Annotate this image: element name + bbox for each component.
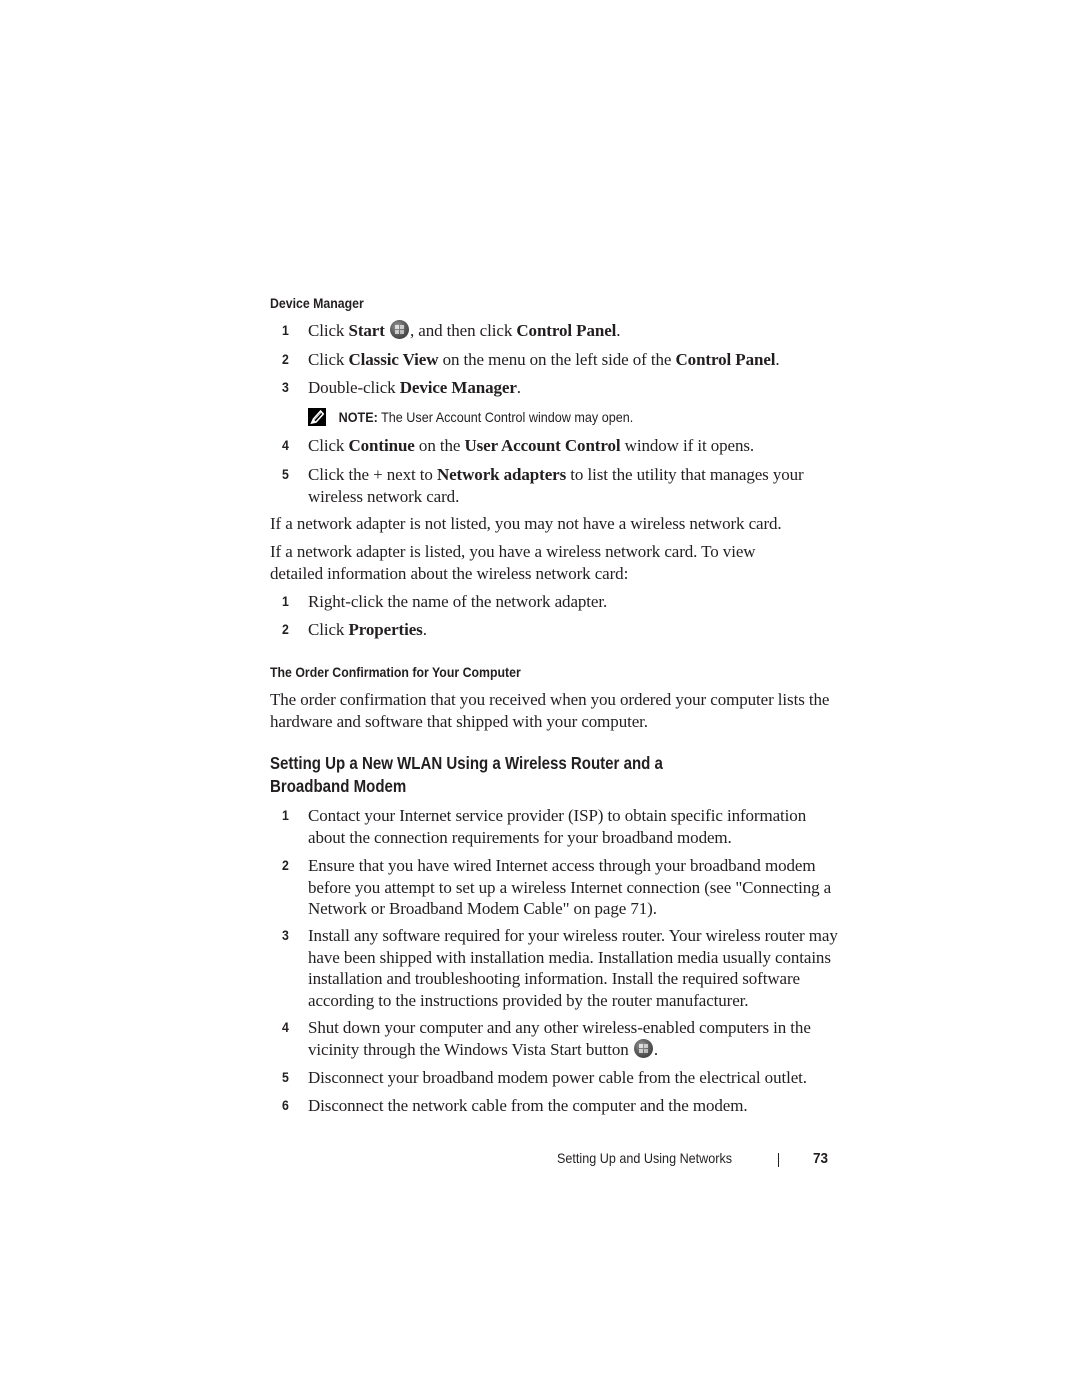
ui-term: Network adapters — [436, 465, 567, 484]
step-number: 2 — [282, 857, 289, 873]
step-number: 1 — [282, 807, 289, 823]
ui-term: Device Manager — [399, 378, 517, 397]
ui-term: Start — [348, 321, 385, 340]
ui-term: Classic View — [348, 350, 439, 369]
step: 5 Disconnect your broadband modem power c… — [282, 1067, 842, 1089]
ui-term: User Account Control — [464, 436, 621, 455]
step: 2 Click Classic View on the menu on the l… — [282, 349, 842, 371]
step: 2 Click Properties. — [282, 619, 842, 641]
heading-order-confirmation: The Order Confirmation for Your Computer — [270, 664, 521, 680]
footer-divider — [778, 1153, 779, 1167]
step-text: Click Continue on the User Account Contr… — [308, 436, 755, 455]
document-page: Device Manager 1 Click Start , and then c… — [0, 0, 1080, 1397]
step-text: Ensure that you have wired Internet acce… — [308, 856, 832, 918]
step-text: Right-click the name of the network adap… — [308, 592, 608, 611]
step: 3 Install any software required for your … — [282, 925, 842, 1011]
step-number: 3 — [282, 927, 289, 943]
ui-term: Control Panel — [516, 321, 617, 340]
step-text: Click Properties. — [308, 620, 427, 639]
step-text: Contact your Internet service provider (… — [308, 806, 807, 847]
step: 1 Click Start , and then click Control Pa… — [282, 320, 842, 342]
step-text: Double-click Device Manager. — [308, 378, 521, 397]
step-number: 1 — [282, 322, 289, 338]
step-number: 4 — [282, 1019, 289, 1035]
windows-start-icon — [633, 1038, 653, 1058]
note-callout: NOTE: The User Account Control window ma… — [308, 408, 633, 426]
step-number: 5 — [282, 1069, 289, 1085]
step-number: 2 — [282, 621, 289, 637]
step-number: 1 — [282, 593, 289, 609]
step: 4 Shut down your computer and any other w… — [282, 1017, 842, 1060]
step: 5 Click the + next to Network adapters to… — [282, 464, 842, 507]
step-text: Click Classic View on the menu on the le… — [308, 350, 780, 369]
step: 3 Double-click Device Manager. — [282, 377, 842, 399]
step-number: 3 — [282, 379, 289, 395]
note-label: NOTE: — [338, 409, 378, 425]
step-text: Click the + next to Network adapters to … — [308, 465, 804, 506]
footer-section-title: Setting Up and Using Networks — [557, 1150, 733, 1166]
step: 2 Ensure that you have wired Internet acc… — [282, 855, 842, 920]
step-number: 5 — [282, 466, 289, 482]
page-footer: Setting Up and Using Networks 73 — [540, 1150, 832, 1170]
ui-term: Continue — [348, 436, 415, 455]
step-text: Click Start , and then click Control Pan… — [308, 320, 621, 340]
step-text: Disconnect your broadband modem power ca… — [308, 1068, 807, 1087]
step: 6 Disconnect the network cable from the c… — [282, 1095, 842, 1117]
step: 1 Right-click the name of the network ada… — [282, 591, 842, 613]
step-text: Shut down your computer and any other wi… — [308, 1018, 811, 1059]
heading-setting-up-wlan: Setting Up a New WLAN Using a Wireless R… — [270, 753, 663, 796]
step-number: 4 — [282, 437, 289, 453]
paragraph-listed: If a network adapter is listed, you have… — [270, 542, 756, 583]
step-number: 2 — [282, 351, 289, 367]
heading-device-manager: Device Manager — [270, 295, 364, 311]
pencil-note-icon — [308, 408, 326, 426]
page-number: 73 — [813, 1150, 829, 1167]
note-emphasis: User Account Control — [406, 409, 526, 425]
step-text: Disconnect the network cable from the co… — [308, 1096, 748, 1115]
windows-start-icon — [389, 320, 409, 339]
step-number: 6 — [282, 1097, 289, 1113]
paragraph-order-confirmation: The order confirmation that you received… — [270, 690, 830, 731]
ui-term: Control Panel — [675, 350, 776, 369]
note-text: NOTE: The User Account Control window ma… — [338, 409, 634, 425]
ui-term: Properties — [348, 620, 423, 639]
step-text: Install any software required for your w… — [308, 926, 838, 1010]
step: 4 Click Continue on the User Account Cont… — [282, 435, 842, 457]
paragraph-not-listed: If a network adapter is not listed, you … — [270, 514, 782, 533]
step: 1 Contact your Internet service provider … — [282, 805, 842, 848]
